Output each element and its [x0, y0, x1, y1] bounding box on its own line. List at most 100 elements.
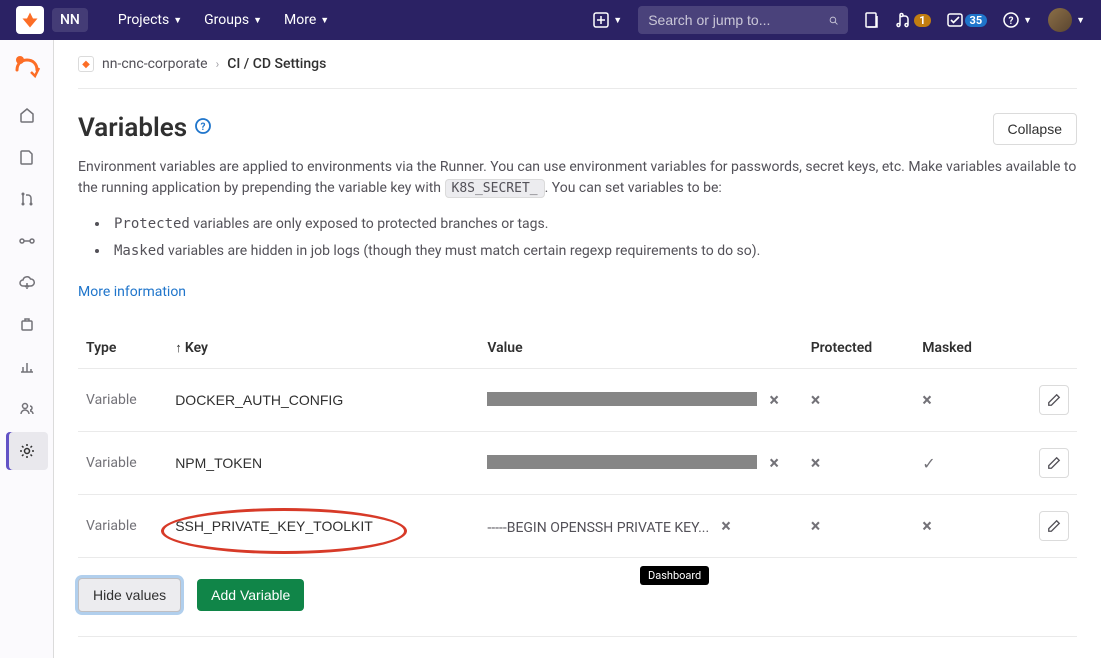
sidebar — [0, 40, 54, 658]
desc-text-2: . You can set variables to be: — [545, 180, 722, 196]
sidebar-project-home[interactable] — [6, 96, 48, 134]
cell-masked: × — [914, 369, 1025, 432]
todo-count-badge: 35 — [965, 14, 988, 27]
question-circle-icon: ? — [1003, 12, 1019, 28]
question-circle-icon[interactable]: ? — [195, 118, 211, 138]
edit-button[interactable] — [1039, 511, 1069, 541]
sidebar-members[interactable] — [6, 390, 48, 428]
nav-groups[interactable]: Groups ▼ — [194, 6, 272, 34]
sidebar-repository[interactable] — [6, 138, 48, 176]
user-menu[interactable]: ▼ — [1048, 8, 1085, 32]
issues-icon[interactable] — [864, 12, 880, 28]
brand-badge[interactable]: NN — [52, 8, 88, 32]
chevron-down-icon: ▼ — [613, 15, 622, 26]
redacted-value-bar — [487, 455, 757, 469]
todos-icon[interactable]: 35 — [947, 12, 988, 28]
x-icon: × — [811, 453, 821, 474]
search-input[interactable] — [648, 12, 829, 28]
list-item: Masked variables are hidden in job logs … — [110, 238, 1077, 265]
cell-protected: × — [803, 369, 914, 432]
new-menu[interactable]: ▼ — [593, 12, 622, 28]
avatar — [1048, 8, 1072, 32]
main-content: ◆ nn-cnc-corporate › CI / CD Settings Va… — [54, 40, 1101, 658]
divider — [78, 636, 1077, 637]
sidebar-packages[interactable] — [6, 306, 48, 344]
breadcrumb-project[interactable]: nn-cnc-corporate — [102, 56, 208, 72]
close-icon[interactable]: × — [769, 390, 779, 411]
desc-code: K8S_SECRET_ — [445, 179, 545, 198]
search-box[interactable] — [638, 6, 848, 34]
home-icon — [19, 107, 35, 123]
cell-type: Variable — [78, 369, 167, 432]
nav-more-label: More — [284, 12, 316, 28]
page-title-text: Variables — [78, 113, 187, 143]
breadcrumb-current: CI / CD Settings — [227, 56, 326, 72]
merge-requests-icon[interactable]: 1 — [896, 12, 930, 28]
project-avatar[interactable] — [9, 48, 45, 84]
cell-key: NPM_TOKEN — [167, 432, 479, 495]
th-key[interactable]: ↑ Key — [167, 328, 479, 369]
sort-arrow-icon: ↑ — [175, 341, 185, 356]
cloud-icon — [19, 275, 35, 291]
bullet-text: variables are hidden in job logs (though… — [165, 243, 761, 259]
cell-key: DOCKER_AUTH_CONFIG — [167, 369, 479, 432]
bullet-text: variables are only exposed to protected … — [190, 216, 549, 232]
nav-groups-label: Groups — [204, 12, 249, 28]
edit-button[interactable] — [1039, 448, 1069, 478]
chevron-down-icon: ▼ — [1076, 15, 1085, 26]
section-description: Environment variables are applied to env… — [78, 157, 1077, 199]
topnav-right: ▼ 1 35 ? ▼ ▼ — [593, 6, 1085, 34]
sidebar-operations[interactable] — [6, 264, 48, 302]
sidebar-analytics[interactable] — [6, 348, 48, 386]
merge-icon — [19, 191, 35, 207]
table-row: VariableSSH_PRIVATE_KEY_TOOLKIT-----BEGI… — [78, 495, 1077, 558]
hide-values-button[interactable]: Hide values — [78, 578, 181, 612]
svg-text:?: ? — [1009, 16, 1014, 27]
variables-table: Type ↑ Key Value Protected Masked Variab… — [78, 328, 1077, 558]
x-icon: × — [811, 390, 821, 411]
cell-protected: × — [803, 432, 914, 495]
plus-square-icon — [593, 12, 609, 28]
cell-value: × — [479, 432, 802, 495]
pencil-icon — [1047, 456, 1061, 470]
close-icon[interactable]: × — [721, 516, 731, 537]
more-info-link[interactable]: More information — [78, 284, 186, 300]
cell-edit — [1026, 369, 1077, 432]
close-icon[interactable]: × — [769, 453, 779, 474]
pencil-icon — [1047, 393, 1061, 407]
collapse-button[interactable]: Collapse — [993, 113, 1077, 145]
help-menu[interactable]: ? ▼ — [1003, 12, 1032, 28]
cell-key: SSH_PRIVATE_KEY_TOOLKIT — [167, 495, 479, 558]
sidebar-cicd[interactable] — [6, 222, 48, 260]
page-title: Variables ? — [78, 113, 211, 143]
th-protected[interactable]: Protected — [803, 328, 914, 369]
doc-icon — [19, 149, 35, 165]
sidebar-merge-requests[interactable] — [6, 180, 48, 218]
project-avatar-small: ◆ — [78, 56, 94, 72]
th-value[interactable]: Value — [479, 328, 802, 369]
topnav-left: NN Projects ▼ Groups ▼ More ▼ — [16, 6, 339, 34]
gear-icon — [19, 443, 35, 459]
edit-button[interactable] — [1039, 385, 1069, 415]
nav-more[interactable]: More ▼ — [274, 6, 339, 34]
tooltip-dashboard: Dashboard — [640, 566, 709, 585]
section-header: Variables ? Collapse — [78, 113, 1077, 145]
table-actions: Hide values Add Variable — [78, 578, 1077, 612]
description-list: Protected variables are only exposed to … — [110, 211, 1077, 264]
check-icon: ✓ — [922, 454, 935, 473]
bullet-code: Protected — [114, 216, 190, 232]
nav-projects[interactable]: Projects ▼ — [108, 6, 192, 34]
gitlab-logo[interactable] — [16, 6, 44, 34]
chevron-down-icon: ▼ — [253, 15, 262, 26]
list-item: Protected variables are only exposed to … — [110, 211, 1077, 238]
th-type[interactable]: Type — [78, 328, 167, 369]
x-icon: × — [811, 516, 821, 537]
chevron-down-icon: ▼ — [1023, 15, 1032, 26]
sidebar-settings[interactable] — [6, 432, 48, 470]
th-masked[interactable]: Masked — [914, 328, 1025, 369]
redacted-value-bar — [487, 392, 757, 406]
cell-value: × — [479, 369, 802, 432]
add-variable-button[interactable]: Add Variable — [197, 579, 304, 611]
cell-edit — [1026, 432, 1077, 495]
cell-type: Variable — [78, 495, 167, 558]
